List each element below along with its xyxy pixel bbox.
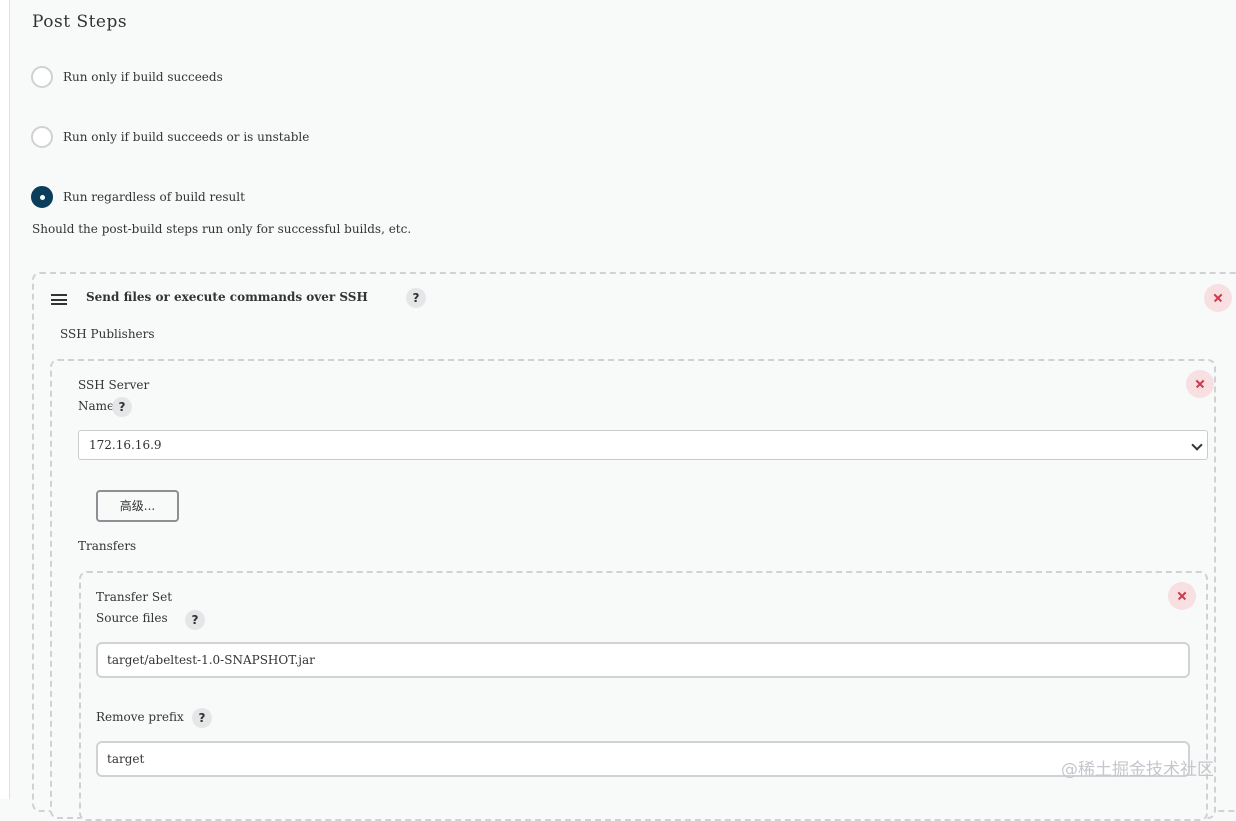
- delete-step-icon[interactable]: [1204, 284, 1232, 312]
- transfers-label: Transfers: [78, 539, 137, 553]
- transfer-set-container: [79, 571, 1208, 821]
- radio-button-checked[interactable]: [31, 186, 53, 208]
- help-icon[interactable]: ?: [406, 288, 426, 308]
- drag-handle-icon[interactable]: [51, 294, 67, 305]
- radio-run-if-succeeds[interactable]: Run only if build succeeds: [31, 65, 223, 89]
- radio-button[interactable]: [31, 66, 53, 88]
- remove-prefix-label: Remove prefix: [96, 710, 184, 724]
- radio-label: Run only if build succeeds or is unstabl…: [63, 130, 310, 144]
- ssh-server-label: SSH Server: [78, 378, 150, 392]
- ssh-publishers-label: SSH Publishers: [60, 327, 155, 341]
- radio-run-regardless[interactable]: Run regardless of build result: [31, 185, 245, 209]
- ssh-step-title: Send files or execute commands over SSH: [86, 290, 368, 304]
- radio-label: Run regardless of build result: [63, 190, 245, 204]
- remove-prefix-input[interactable]: target: [96, 741, 1190, 777]
- transfer-set-label: Transfer Set: [96, 590, 173, 604]
- watermark: @稀土掘金技术社区: [1061, 760, 1214, 780]
- name-label: Name: [78, 399, 115, 413]
- source-files-input[interactable]: target/abeltest-1.0-SNAPSHOT.jar: [96, 642, 1190, 678]
- chevron-down-icon: [1191, 439, 1203, 451]
- delete-transfer-icon[interactable]: [1168, 582, 1196, 610]
- server-name-select[interactable]: 172.16.16.9: [78, 430, 1208, 460]
- radio-label: Run only if build succeeds: [63, 70, 223, 84]
- radio-button[interactable]: [31, 126, 53, 148]
- section-title: Post Steps: [32, 12, 128, 32]
- radio-run-if-succeeds-or-unstable[interactable]: Run only if build succeeds or is unstabl…: [31, 125, 309, 149]
- advanced-button[interactable]: 高级...: [96, 490, 179, 522]
- source-files-label: Source files: [96, 611, 168, 625]
- post-steps-help-text: Should the post-build steps run only for…: [32, 222, 412, 236]
- remove-prefix-help-icon[interactable]: ?: [192, 708, 212, 728]
- server-name-value: 172.16.16.9: [89, 438, 162, 452]
- delete-server-icon[interactable]: [1186, 370, 1214, 398]
- source-files-help-icon[interactable]: ?: [185, 610, 205, 630]
- left-rail: [0, 0, 10, 799]
- name-help-icon[interactable]: ?: [112, 397, 132, 417]
